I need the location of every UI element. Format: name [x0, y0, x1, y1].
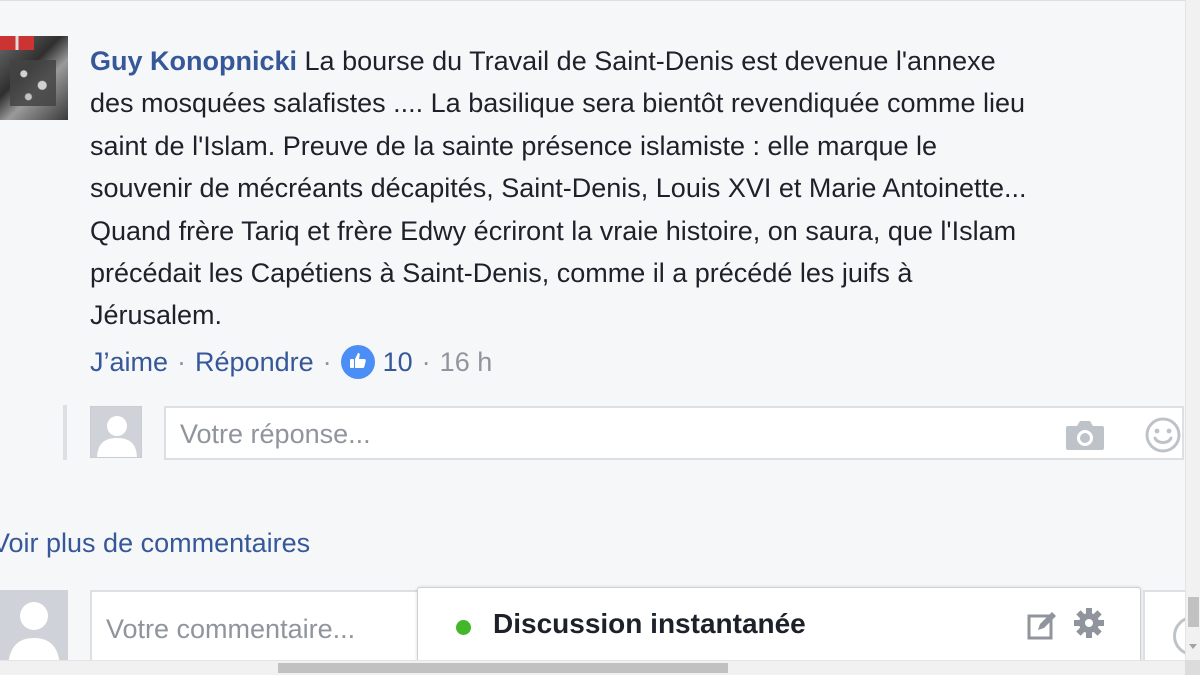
author-name-link[interactable]: Guy Konopnicki: [90, 46, 297, 76]
smiley-icon[interactable]: [1144, 416, 1182, 454]
comment-line: Jérusalem.: [90, 300, 223, 331]
reply-link[interactable]: Répondre: [195, 340, 314, 384]
compose-icon[interactable]: [1026, 610, 1058, 642]
comment-placeholder: Votre commentaire...: [106, 614, 356, 644]
scrollbar-thumb[interactable]: [1188, 597, 1199, 627]
author-avatar[interactable]: [0, 36, 68, 120]
separator: ·: [177, 347, 187, 377]
comment-body: Guy Konopnicki La bourse du Travail de S…: [90, 40, 1200, 337]
separator: ·: [421, 347, 431, 377]
scrollbar-corner: [1185, 660, 1200, 675]
reply-placeholder: Votre réponse...: [180, 419, 371, 449]
vertical-scrollbar[interactable]: [1185, 0, 1200, 660]
comment-line: précédait les Capétiens à Saint-Denis, c…: [90, 258, 913, 289]
comment-actions: J’aime · Répondre · 10 · 16 h: [90, 340, 492, 384]
user-avatar: [0, 590, 68, 670]
comment-line: Guy Konopnicki La bourse du Travail de S…: [90, 46, 996, 76]
chat-title: Discussion instantanée: [493, 608, 806, 639]
online-status-dot: [456, 620, 471, 635]
reply-input[interactable]: Votre réponse...: [164, 406, 1184, 460]
like-icon[interactable]: [340, 345, 375, 379]
page: Guy Konopnicki La bourse du Travail de S…: [0, 0, 1200, 675]
like-link[interactable]: J’aime: [90, 340, 168, 384]
avatar-placeholder-icon: [97, 416, 137, 457]
reaction-count[interactable]: 10: [383, 340, 413, 384]
comment-line: saint de l'Islam. Preuve de la sainte pr…: [90, 130, 938, 161]
comment-line: des mosquées salafistes .... La basiliqu…: [90, 88, 1026, 119]
comment-timestamp[interactable]: 16 h: [440, 340, 493, 384]
comment-line: souvenir de mécréants décapités, Saint-D…: [90, 173, 1027, 204]
user-avatar: [90, 406, 142, 458]
divider: [0, 0, 1185, 1]
comment-line: Quand frère Tariq et frère Edwy écriront…: [90, 215, 1017, 246]
horizontal-scrollbar[interactable]: [0, 660, 1185, 675]
gear-icon[interactable]: [1072, 606, 1106, 640]
reply-thread-bar: [63, 405, 67, 460]
view-more-comments-link[interactable]: Voir plus de commentaires: [0, 523, 310, 563]
scrollbar-thumb[interactable]: [278, 663, 728, 673]
camera-icon[interactable]: [1064, 418, 1106, 452]
separator: ·: [322, 347, 332, 377]
scroll-down-icon[interactable]: [1189, 644, 1197, 649]
avatar-placeholder-icon: [8, 602, 60, 670]
